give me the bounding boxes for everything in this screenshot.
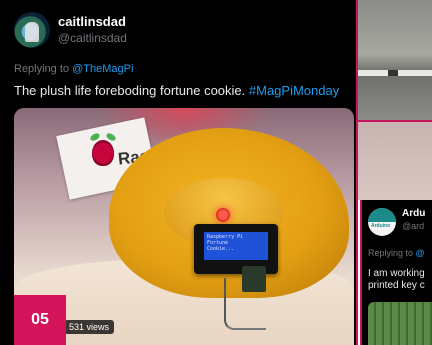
curb-stripe (388, 70, 398, 76)
replying-prefix: Replying to (14, 63, 70, 75)
replying-to: Replying to @TheMagPi (14, 63, 133, 75)
step-number-badge: 05 (14, 295, 66, 345)
user-handle-2[interactable]: @ard (402, 221, 424, 231)
tweet2-text-line-1: I am working (368, 268, 425, 279)
user-avatar-2[interactable]: Arduino (368, 208, 396, 236)
view-count: 531 views (64, 320, 115, 334)
tweet-card: caitlinsdad @caitlinsdad Replying to @Th… (0, 0, 358, 345)
wire (224, 278, 266, 330)
mention-link-2[interactable]: @ (416, 248, 425, 258)
user-avatar[interactable] (14, 12, 50, 48)
mention-link[interactable]: @TheMagPi (72, 63, 133, 75)
raspberry-pi-logo-icon (92, 140, 114, 166)
tweet-text: The plush life foreboding fortune cookie… (14, 83, 339, 98)
lcd-line-3: Cookie... (207, 246, 235, 252)
replying-to-2: Replying to @ (368, 248, 425, 258)
avatar2-label: Arduino (371, 223, 391, 229)
hashtag-link[interactable]: #MagPiMonday (249, 83, 339, 98)
tweet2-text-line-2: printed key c (368, 280, 425, 291)
avatar2-header (368, 208, 396, 222)
street-photo (358, 0, 432, 122)
display-name-2[interactable]: Ardu (402, 208, 425, 219)
user-handle[interactable]: @caitlinsdad (58, 31, 127, 45)
tweet-card-2: Arduino Ardu @ard Replying to @ I am wor… (360, 200, 432, 345)
avatar-figure (25, 22, 39, 42)
red-led (216, 208, 230, 222)
background-photo (358, 122, 432, 200)
replying-prefix-2: Replying to (368, 248, 414, 258)
display-name[interactable]: caitlinsdad (58, 14, 126, 29)
lcd-screen: Raspberry Pi Fortune Cookie... (204, 232, 268, 260)
tweet2-media[interactable] (368, 302, 432, 345)
tweet-body: The plush life foreboding fortune cookie… (14, 83, 246, 98)
